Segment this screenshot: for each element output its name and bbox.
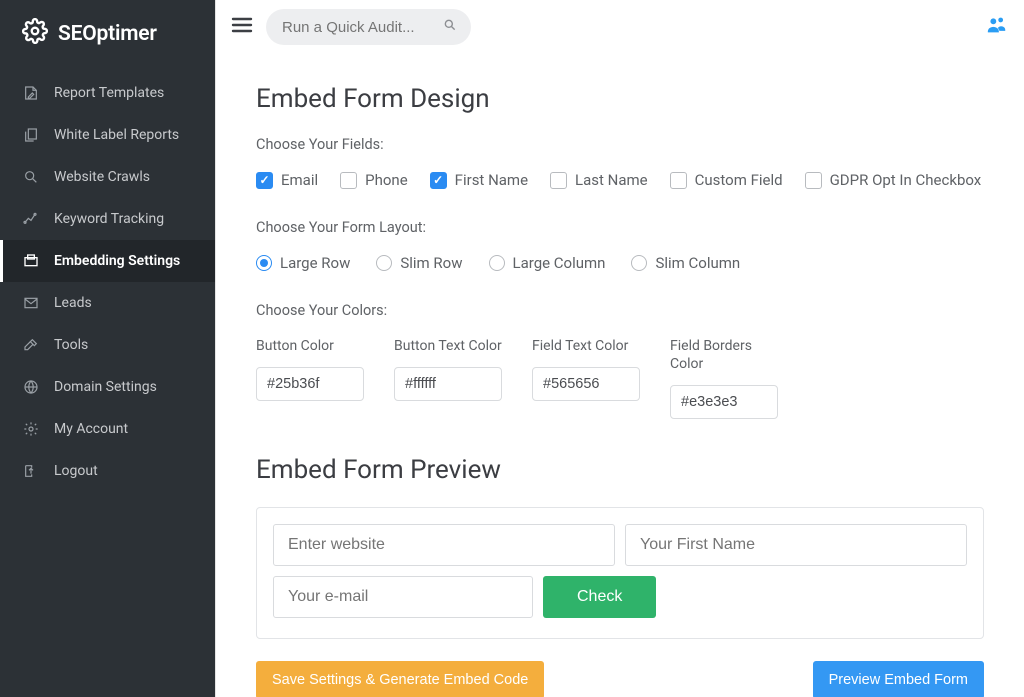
checkbox-icon xyxy=(670,172,687,189)
layout-row: Large Row Slim Row Large Column Slim Col… xyxy=(256,254,984,272)
checkbox-icon xyxy=(550,172,567,189)
sidebar: SEOptimer Report Templates White Label R… xyxy=(0,0,215,697)
preview-title: Embed Form Preview xyxy=(256,455,984,485)
sidebar-item-label: Report Templates xyxy=(54,85,164,101)
button-color-col: Button Color xyxy=(256,337,372,419)
radio-icon xyxy=(256,255,272,271)
content-area: Embed Form Design Choose Your Fields: Em… xyxy=(216,54,1024,697)
fields-heading: Choose Your Fields: xyxy=(256,136,984,153)
field-text-color-input[interactable] xyxy=(532,367,640,401)
sidebar-item-white-label[interactable]: White Label Reports xyxy=(0,114,215,156)
sidebar-item-logout[interactable]: Logout xyxy=(0,450,215,492)
action-row: Save Settings & Generate Embed Code Prev… xyxy=(256,661,984,697)
checkbox-icon xyxy=(256,172,273,189)
sidebar-item-crawls[interactable]: Website Crawls xyxy=(0,156,215,198)
field-gdpr[interactable]: GDPR Opt In Checkbox xyxy=(805,171,982,189)
color-label: Field Text Color xyxy=(532,337,648,357)
checkbox-icon xyxy=(805,172,822,189)
sidebar-item-embedding[interactable]: Embedding Settings xyxy=(0,240,215,282)
layout-slim-row[interactable]: Slim Row xyxy=(376,254,462,272)
sidebar-item-label: Tools xyxy=(54,337,88,353)
color-label: Button Color xyxy=(256,337,372,357)
gear-icon xyxy=(22,420,40,438)
users-icon[interactable] xyxy=(984,14,1010,40)
email-input[interactable] xyxy=(273,576,533,618)
preview-embed-button[interactable]: Preview Embed Form xyxy=(813,661,984,697)
sidebar-item-keyword-tracking[interactable]: Keyword Tracking xyxy=(0,198,215,240)
field-last-name[interactable]: Last Name xyxy=(550,171,648,189)
mail-icon xyxy=(22,294,40,312)
sidebar-item-account[interactable]: My Account xyxy=(0,408,215,450)
hammer-icon xyxy=(22,336,40,354)
document-edit-icon xyxy=(22,84,40,102)
sidebar-item-label: Domain Settings xyxy=(54,379,157,395)
field-custom[interactable]: Custom Field xyxy=(670,171,783,189)
button-text-color-col: Button Text Color xyxy=(394,337,510,419)
button-color-input[interactable] xyxy=(256,367,364,401)
radio-icon xyxy=(489,255,505,271)
layout-large-row[interactable]: Large Row xyxy=(256,254,350,272)
menu-toggle-icon[interactable] xyxy=(230,13,254,41)
chart-line-icon xyxy=(22,210,40,228)
field-email[interactable]: Email xyxy=(256,171,318,189)
sidebar-item-label: Website Crawls xyxy=(54,169,150,185)
save-generate-button[interactable]: Save Settings & Generate Embed Code xyxy=(256,661,544,697)
sidebar-item-leads[interactable]: Leads xyxy=(0,282,215,324)
sidebar-item-label: Embedding Settings xyxy=(54,253,180,269)
gear-arrows-icon xyxy=(22,18,48,50)
search-icon xyxy=(22,168,40,186)
button-text-color-input[interactable] xyxy=(394,367,502,401)
sidebar-item-label: Leads xyxy=(54,295,92,311)
radio-icon xyxy=(631,255,647,271)
field-border-color-input[interactable] xyxy=(670,385,778,419)
first-name-input[interactable] xyxy=(625,524,967,566)
brand-logo[interactable]: SEOptimer xyxy=(0,0,215,68)
search-icon xyxy=(443,18,457,36)
form-preview: Check xyxy=(256,507,984,639)
quick-audit-input[interactable] xyxy=(282,19,422,36)
copy-document-icon xyxy=(22,126,40,144)
checkbox-icon xyxy=(430,172,447,189)
brand-name: SEOptimer xyxy=(58,22,157,46)
field-first-name[interactable]: First Name xyxy=(430,171,528,189)
topbar xyxy=(216,0,1024,54)
field-text-color-col: Field Text Color xyxy=(532,337,648,419)
sidebar-item-label: White Label Reports xyxy=(54,127,179,143)
checkbox-icon xyxy=(340,172,357,189)
embed-box-icon xyxy=(22,252,40,270)
sidebar-item-domain-settings[interactable]: Domain Settings xyxy=(0,366,215,408)
field-phone[interactable]: Phone xyxy=(340,171,408,189)
color-label: Button Text Color xyxy=(394,337,510,357)
sidebar-item-tools[interactable]: Tools xyxy=(0,324,215,366)
sidebar-item-label: Keyword Tracking xyxy=(54,211,164,227)
quick-audit-search[interactable] xyxy=(266,9,471,45)
colors-grid: Button Color Button Text Color Field Tex… xyxy=(256,337,984,419)
design-title: Embed Form Design xyxy=(256,84,984,114)
website-input[interactable] xyxy=(273,524,615,566)
layout-large-column[interactable]: Large Column xyxy=(489,254,606,272)
sidebar-item-report-templates[interactable]: Report Templates xyxy=(0,72,215,114)
layout-slim-column[interactable]: Slim Column xyxy=(631,254,740,272)
layout-heading: Choose Your Form Layout: xyxy=(256,219,984,236)
sidebar-item-label: Logout xyxy=(54,463,98,479)
preview-row-2: Check xyxy=(273,576,967,618)
check-button[interactable]: Check xyxy=(543,576,656,618)
sidebar-item-label: My Account xyxy=(54,421,128,437)
main-column: Embed Form Design Choose Your Fields: Em… xyxy=(215,0,1024,697)
color-label: Field Borders Color xyxy=(670,337,786,375)
globe-icon xyxy=(22,378,40,396)
colors-heading: Choose Your Colors: xyxy=(256,302,984,319)
sidebar-nav: Report Templates White Label Reports Web… xyxy=(0,72,215,492)
preview-row-1 xyxy=(273,524,967,566)
logout-icon xyxy=(22,462,40,480)
fields-row: Email Phone First Name Last Name Custom … xyxy=(256,171,984,189)
field-border-color-col: Field Borders Color xyxy=(670,337,786,419)
radio-icon xyxy=(376,255,392,271)
app-root: SEOptimer Report Templates White Label R… xyxy=(0,0,1024,697)
